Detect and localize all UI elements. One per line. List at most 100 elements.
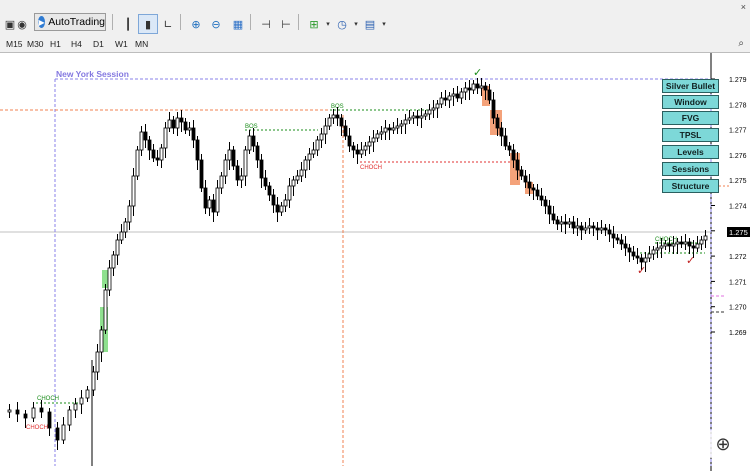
timeframe-h1[interactable]: H1	[50, 39, 61, 49]
bear-candle	[523, 175, 528, 183]
bear-candle	[619, 239, 624, 245]
line-chart-icon[interactable]: ∟	[158, 14, 178, 34]
bull-candle	[439, 97, 444, 105]
bear-candle	[251, 135, 256, 147]
bear-candle	[623, 243, 628, 249]
bull-candle	[215, 187, 220, 213]
bull-candle	[463, 87, 468, 93]
chevron-down-icon[interactable]: ▾	[374, 14, 394, 34]
bear-candle	[147, 139, 152, 151]
bear-candle	[543, 199, 548, 207]
bull-candle	[91, 371, 96, 391]
bear-candle	[491, 99, 496, 119]
bear-candle	[271, 194, 276, 206]
globe-icon[interactable]: ◉	[12, 14, 32, 34]
price-axis-label: 1.275	[729, 178, 747, 185]
timeframe-d1[interactable]: D1	[93, 39, 104, 49]
check-icon: ✓	[637, 264, 646, 277]
bull-candle	[599, 227, 604, 231]
toolbar-separator	[250, 14, 251, 30]
chart-shift-icon[interactable]: ⊣	[256, 14, 276, 34]
bear-candle	[415, 115, 420, 119]
bear-candle	[475, 83, 480, 89]
bear-candle	[591, 225, 596, 229]
bull-candle	[459, 91, 464, 99]
bull-candle	[307, 153, 312, 161]
bull-candle	[163, 127, 168, 149]
timeframe-m15[interactable]: M15	[6, 39, 23, 49]
bear-candle	[519, 169, 524, 177]
bull-candle	[447, 95, 452, 101]
bear-candle	[171, 119, 176, 129]
tile-windows-icon[interactable]: ▦	[228, 14, 248, 34]
bull-candle	[123, 221, 128, 233]
bull-candle	[239, 175, 244, 181]
zoom-out-icon[interactable]: ⊖	[206, 14, 226, 34]
price-axis-label: 1.274	[729, 204, 747, 211]
bear-candle	[527, 181, 532, 189]
bear-candle	[539, 195, 544, 201]
bull-candle	[559, 221, 564, 225]
bear-candle	[443, 97, 448, 101]
bear-candle	[627, 247, 632, 253]
bear-candle	[55, 427, 60, 441]
choch-label: CHOCH	[26, 425, 48, 431]
bull-candle	[359, 149, 364, 155]
fvg-button[interactable]: FVG	[662, 111, 719, 125]
bear-candle	[507, 145, 512, 151]
bear-candle	[687, 241, 692, 247]
bull-candle	[85, 389, 90, 399]
bear-candle	[487, 89, 492, 101]
bull-candle	[427, 109, 432, 115]
window-button[interactable]: Window	[662, 95, 719, 109]
bear-candle	[603, 227, 608, 231]
bear-candle	[571, 221, 576, 229]
price-axis-label: 1.278	[729, 102, 747, 109]
bull-candle	[451, 93, 456, 97]
price-chart[interactable]: New York Session BOS BOS CHOCH CHOCH CHO…	[0, 53, 750, 471]
bear-candle	[211, 199, 216, 213]
bull-candle	[95, 351, 100, 373]
bear-candle	[263, 177, 268, 187]
bear-candle	[555, 219, 560, 225]
timeframe-h4[interactable]: H4	[71, 39, 82, 49]
tpsl-button[interactable]: TPSL	[662, 128, 719, 142]
bull-candle	[31, 407, 36, 419]
bear-candle	[495, 117, 500, 129]
bull-candle	[311, 149, 316, 155]
search-icon[interactable]: ⌕	[738, 38, 744, 49]
bull-candle	[383, 127, 388, 133]
bar-chart-icon[interactable]: ┃	[118, 14, 138, 34]
zoom-in-icon[interactable]: ⊕	[186, 14, 206, 34]
autotrading-button[interactable]: ▶ AutoTrading	[34, 13, 106, 31]
close-icon[interactable]: ×	[741, 2, 746, 12]
autoscroll-icon[interactable]: ⊢	[276, 14, 296, 34]
candlestick-icon[interactable]: ▮	[138, 14, 158, 34]
timeframe-w1[interactable]: W1	[115, 39, 128, 49]
bear-candle	[267, 185, 272, 196]
bear-candle	[339, 117, 344, 127]
structure-button[interactable]: Structure	[662, 179, 719, 193]
bull-candle	[647, 253, 652, 259]
bull-candle	[175, 117, 180, 129]
bear-candle	[23, 413, 28, 419]
zoom-move-icon[interactable]: ⊕	[708, 430, 738, 458]
bear-candle	[563, 221, 568, 225]
bear-candle	[179, 117, 184, 123]
bear-candle	[639, 257, 644, 263]
bull-candle	[675, 241, 680, 245]
silver-bullet-button[interactable]: Silver Bullet	[662, 79, 719, 93]
sessions-button[interactable]: Sessions	[662, 162, 719, 176]
bear-candle	[615, 237, 620, 241]
bull-candle	[583, 227, 588, 231]
bear-candle	[511, 149, 516, 161]
timeframe-m30[interactable]: M30	[27, 39, 44, 49]
bull-candle	[187, 127, 192, 131]
bear-candle	[547, 205, 552, 215]
bear-candle	[195, 139, 200, 161]
levels-button[interactable]: Levels	[662, 145, 719, 159]
price-axis-label: 1.270	[729, 305, 747, 312]
bull-candle	[319, 133, 324, 141]
price-axis-label: 1.276	[729, 153, 747, 160]
timeframe-mn[interactable]: MN	[135, 39, 148, 49]
